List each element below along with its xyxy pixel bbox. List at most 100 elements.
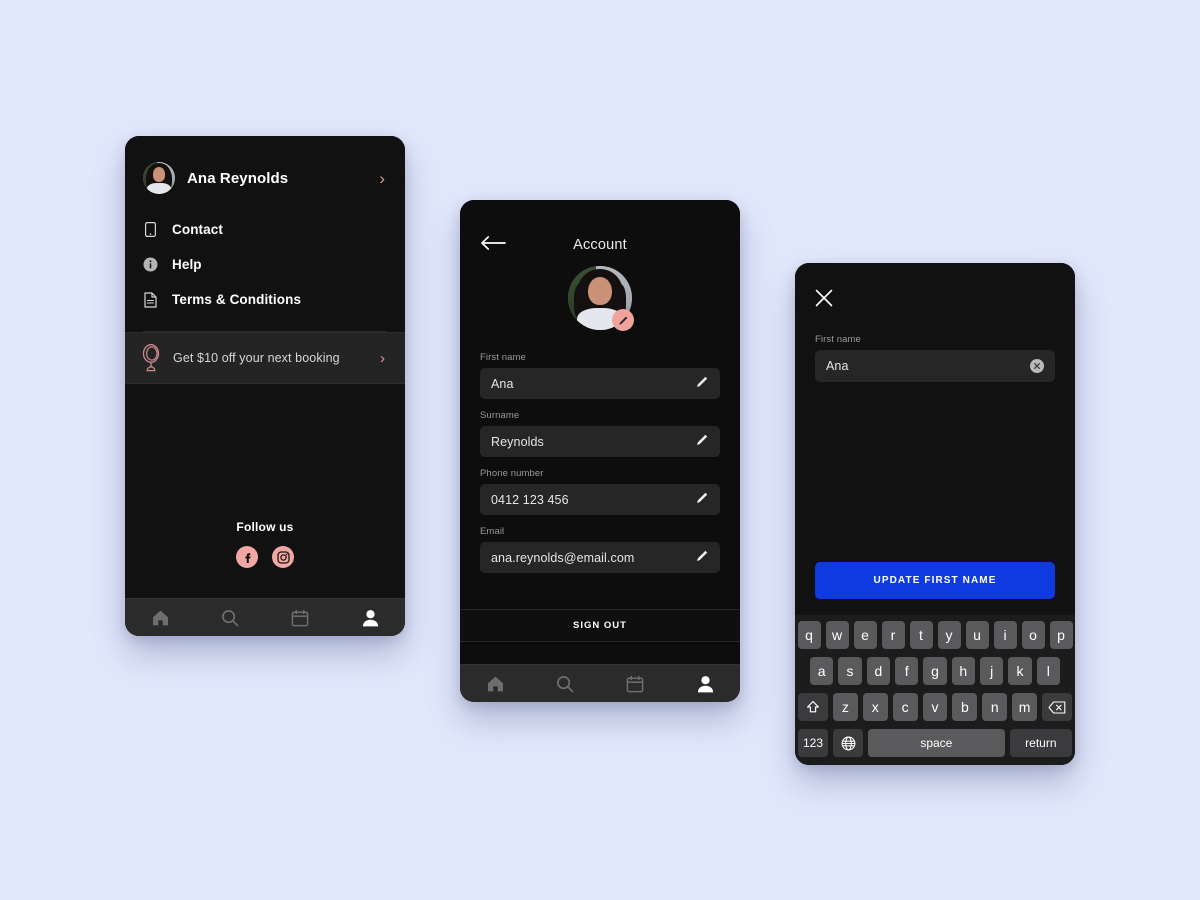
key-j[interactable]: j (979, 657, 1004, 685)
numbers-key[interactable]: 123 (798, 729, 828, 757)
clear-circle-icon[interactable] (1030, 359, 1044, 373)
key-h[interactable]: h (951, 657, 975, 685)
promo-label: Get $10 off your next booking (173, 351, 340, 365)
sidebar-item-help[interactable]: Help (143, 247, 387, 282)
field-label: First name (480, 352, 526, 363)
pencil-icon[interactable] (696, 375, 709, 393)
drawer-content: Ana Reynolds › Contact Help Terms & Cond… (125, 136, 405, 598)
bottom-filler (460, 642, 740, 664)
calendar-icon[interactable] (626, 674, 645, 693)
field-value: Ana (826, 359, 849, 373)
field-value: 0412 123 456 (491, 492, 569, 507)
update-first-name-button[interactable]: UPDATE FIRST NAME (815, 562, 1055, 599)
key-p[interactable]: p (1049, 621, 1073, 649)
field-value: Reynolds (491, 434, 544, 449)
info-circle-icon (143, 256, 158, 273)
key-n[interactable]: n (982, 693, 1008, 721)
promo-banner[interactable]: Get $10 off your next booking › (125, 332, 405, 384)
instagram-icon[interactable] (272, 546, 294, 568)
field-surname: Surname Reynolds (480, 410, 720, 457)
close-x-icon[interactable] (815, 289, 833, 311)
surname-input[interactable]: Reynolds (480, 426, 720, 457)
field-label: Surname (480, 410, 520, 421)
key-r[interactable]: r (881, 621, 905, 649)
key-f[interactable]: f (895, 657, 919, 685)
key-d[interactable]: d (866, 657, 890, 685)
sidebar-item-label: Help (172, 257, 202, 272)
key-w[interactable]: w (825, 621, 849, 649)
backspace-icon[interactable] (1042, 693, 1073, 721)
search-icon[interactable] (556, 674, 575, 693)
field-label: First name (815, 334, 861, 345)
globe-icon[interactable] (833, 729, 863, 757)
pencil-icon[interactable] (696, 491, 709, 509)
space-key[interactable]: space (868, 729, 1005, 757)
profile-icon[interactable] (696, 674, 715, 693)
pencil-icon[interactable] (696, 549, 709, 567)
field-value: ana.reynolds@email.com (491, 550, 635, 565)
key-x[interactable]: x (862, 693, 888, 721)
phone-menu-screen: Ana Reynolds › Contact Help Terms & Cond… (125, 136, 405, 636)
key-l[interactable]: l (1036, 657, 1060, 685)
sidebar-item-label: Contact (172, 222, 223, 237)
sidebar-item-label: Terms & Conditions (172, 292, 302, 307)
home-icon[interactable] (151, 608, 170, 627)
key-z[interactable]: z (833, 693, 858, 721)
chevron-right-icon[interactable]: › (380, 351, 387, 366)
avatar-section (460, 266, 740, 331)
sidebar-item-terms[interactable]: Terms & Conditions (143, 282, 387, 317)
key-y[interactable]: y (937, 621, 961, 649)
first-name-input[interactable]: Ana (815, 350, 1055, 382)
pencil-icon[interactable] (696, 433, 709, 451)
key-s[interactable]: s (838, 657, 862, 685)
shift-icon[interactable] (798, 693, 828, 721)
field-label: Phone number (480, 468, 544, 479)
edit-avatar-button[interactable] (612, 309, 634, 331)
document-icon (143, 291, 158, 308)
phone-number-input[interactable]: 0412 123 456 (480, 484, 720, 515)
first-name-input[interactable]: Ana (480, 368, 720, 399)
edit-content: First name Ana UPDATE FIRST NAME q w e r (795, 263, 1075, 765)
profile-row[interactable]: Ana Reynolds › (125, 136, 405, 194)
chevron-right-icon[interactable]: › (379, 170, 387, 187)
phone-edit-first-name-screen: First name Ana UPDATE FIRST NAME q w e r (795, 263, 1075, 765)
sign-out-section: SIGN OUT (460, 609, 740, 664)
field-label: Email (480, 526, 505, 537)
key-g[interactable]: g (923, 657, 947, 685)
email-input[interactable]: ana.reynolds@email.com (480, 542, 720, 573)
key-e[interactable]: e (853, 621, 877, 649)
key-q[interactable]: q (797, 621, 821, 649)
key-m[interactable]: m (1012, 693, 1038, 721)
page-title: Account (573, 237, 627, 253)
follow-us-title: Follow us (236, 520, 294, 534)
update-button-wrap: UPDATE FIRST NAME (795, 562, 1075, 599)
close-row (795, 263, 1075, 312)
hand-mirror-icon (141, 344, 161, 372)
account-header: Account (460, 200, 740, 262)
bottom-nav (125, 598, 405, 636)
search-icon[interactable] (221, 608, 240, 627)
key-t[interactable]: t (909, 621, 933, 649)
edit-field-section: First name Ana (795, 312, 1075, 382)
key-b[interactable]: b (952, 693, 978, 721)
keyboard-row-3: z x c v b n m (798, 693, 1073, 721)
key-a[interactable]: a (810, 657, 834, 685)
facebook-icon[interactable] (236, 546, 258, 568)
on-screen-keyboard: q w e r t y u i o p a s d f g h j k l z … (795, 615, 1075, 765)
avatar[interactable] (143, 162, 175, 194)
field-email: Email ana.reynolds@email.com (480, 526, 720, 573)
key-o[interactable]: o (1021, 621, 1045, 649)
phone-icon (143, 221, 158, 238)
sidebar-item-contact[interactable]: Contact (143, 212, 387, 247)
key-k[interactable]: k (1008, 657, 1032, 685)
key-u[interactable]: u (965, 621, 989, 649)
key-c[interactable]: c (892, 693, 918, 721)
return-key[interactable]: return (1009, 729, 1072, 757)
sign-out-button[interactable]: SIGN OUT (460, 609, 740, 642)
key-i[interactable]: i (993, 621, 1017, 649)
calendar-icon[interactable] (291, 608, 310, 627)
account-fields: First name Ana Surname Reynolds Phone nu… (460, 330, 740, 573)
home-icon[interactable] (486, 674, 505, 693)
profile-icon[interactable] (361, 608, 380, 627)
key-v[interactable]: v (922, 693, 948, 721)
